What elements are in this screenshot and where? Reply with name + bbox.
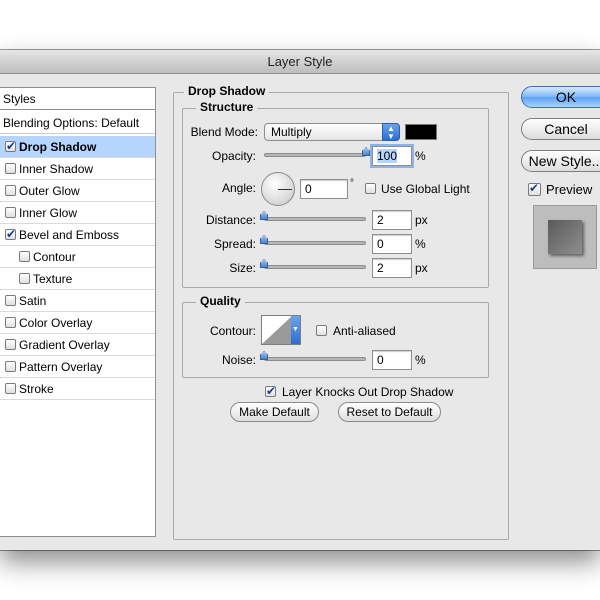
contour-picker[interactable]: ▼	[261, 315, 301, 345]
opacity-field[interactable]: 100	[372, 146, 412, 166]
opacity-unit: %	[415, 149, 426, 163]
style-item-label: Drop Shadow	[19, 140, 97, 154]
size-label: Size:	[229, 261, 256, 275]
style-checkbox-bevel-and-emboss[interactable]	[5, 226, 16, 242]
style-checkbox-inner-shadow[interactable]	[5, 163, 16, 174]
blend-mode-select[interactable]: Multiply ▲ ▼	[264, 123, 400, 141]
style-checkbox-contour[interactable]	[19, 251, 30, 262]
distance-unit: px	[415, 213, 428, 227]
knockout-label: Layer Knocks Out Drop Shadow	[282, 385, 454, 399]
angle-dial[interactable]	[261, 172, 295, 206]
blend-mode-value: Multiply	[271, 125, 312, 139]
style-item-label: Bevel and Emboss	[19, 228, 120, 242]
noise-label: Noise:	[221, 353, 256, 367]
structure-legend: Structure	[196, 100, 258, 114]
style-item-inner-glow[interactable]: Inner Glow	[0, 202, 155, 224]
preview-swatch	[548, 220, 582, 254]
ok-button[interactable]: OK	[521, 86, 600, 108]
distance-slider[interactable]	[264, 217, 366, 221]
style-item-label: Pattern Overlay	[19, 360, 103, 374]
anti-aliased-checkbox[interactable]	[316, 325, 327, 336]
noise-unit: %	[415, 353, 426, 367]
style-item-satin[interactable]: Satin	[0, 290, 155, 312]
layer-style-dialog: Layer Style Styles Blending Options: Def…	[0, 50, 600, 550]
styles-list: Styles Blending Options: Default Drop Sh…	[0, 87, 156, 537]
make-default-button[interactable]: Make Default	[230, 402, 319, 422]
style-checkbox-gradient-overlay[interactable]	[5, 339, 16, 350]
distance-field[interactable]: 2	[372, 210, 412, 230]
style-item-label: Texture	[33, 272, 73, 286]
style-checkbox-pattern-overlay[interactable]	[5, 361, 16, 372]
blend-mode-label: Blend Mode:	[190, 125, 258, 139]
style-checkbox-color-overlay[interactable]	[5, 317, 16, 328]
preview-checkbox[interactable]	[528, 180, 541, 196]
style-preview-thumbnail	[533, 205, 597, 269]
chevron-down-icon: ▼	[291, 316, 300, 344]
styles-header[interactable]: Styles	[0, 88, 155, 110]
style-item-label: Inner Glow	[19, 206, 78, 220]
contour-curve-icon	[262, 316, 292, 344]
style-checkbox-stroke[interactable]	[5, 383, 16, 394]
style-item-stroke[interactable]: Stroke	[0, 378, 155, 400]
noise-slider[interactable]	[264, 357, 366, 361]
style-item-label: Color Overlay	[19, 316, 93, 330]
style-item-label: Gradient Overlay	[19, 338, 110, 352]
style-item-drop-shadow[interactable]: Drop Shadow	[0, 136, 155, 158]
spread-field[interactable]: 0	[372, 234, 412, 254]
style-item-label: Satin	[19, 294, 47, 308]
use-global-light-label: Use Global Light	[381, 182, 470, 196]
style-checkbox-outer-glow[interactable]	[5, 185, 16, 196]
quality-legend: Quality	[196, 294, 245, 308]
style-checkbox-texture[interactable]	[19, 273, 30, 284]
spread-slider[interactable]	[264, 241, 366, 245]
new-style-button[interactable]: New Style...	[521, 150, 600, 172]
window-title: Layer Style	[0, 50, 600, 74]
use-global-light-checkbox[interactable]	[365, 183, 376, 194]
style-item-label: Contour	[33, 250, 76, 264]
blending-options-item[interactable]: Blending Options: Default	[0, 112, 155, 134]
style-checkbox-inner-glow[interactable]	[5, 207, 16, 218]
style-item-contour[interactable]: Contour	[0, 246, 155, 268]
angle-field[interactable]: 0	[300, 179, 348, 199]
style-item-color-overlay[interactable]: Color Overlay	[0, 312, 155, 334]
size-field[interactable]: 2	[372, 258, 412, 278]
panel-title: Drop Shadow	[184, 84, 270, 98]
shadow-color-swatch[interactable]	[405, 124, 437, 140]
cancel-button[interactable]: Cancel	[521, 118, 600, 140]
size-slider[interactable]	[264, 265, 366, 269]
size-unit: px	[415, 261, 428, 275]
style-item-bevel-and-emboss[interactable]: Bevel and Emboss	[0, 224, 155, 246]
opacity-label: Opacity:	[211, 149, 256, 163]
knockout-checkbox[interactable]	[265, 383, 276, 399]
opacity-slider[interactable]	[264, 153, 366, 157]
style-item-outer-glow[interactable]: Outer Glow	[0, 180, 155, 202]
updown-arrows-icon: ▲ ▼	[382, 123, 400, 141]
style-item-inner-shadow[interactable]: Inner Shadow	[0, 158, 155, 180]
noise-field[interactable]: 0	[372, 350, 412, 370]
spread-unit: %	[415, 237, 426, 251]
style-item-label: Inner Shadow	[19, 162, 94, 176]
preview-label: Preview	[546, 182, 593, 197]
spread-label: Spread:	[213, 237, 256, 251]
distance-label: Distance:	[205, 213, 256, 227]
style-item-pattern-overlay[interactable]: Pattern Overlay	[0, 356, 155, 378]
contour-label: Contour:	[209, 324, 256, 338]
reset-to-default-button[interactable]: Reset to Default	[338, 402, 441, 422]
style-checkbox-drop-shadow[interactable]	[5, 138, 16, 154]
degree-unit: °	[350, 178, 354, 189]
angle-label: Angle:	[221, 181, 256, 195]
style-checkbox-satin[interactable]	[5, 295, 16, 306]
anti-aliased-label: Anti-aliased	[333, 324, 396, 338]
style-item-label: Outer Glow	[19, 184, 80, 198]
style-item-texture[interactable]: Texture	[0, 268, 155, 290]
style-item-label: Stroke	[19, 382, 54, 396]
style-item-gradient-overlay[interactable]: Gradient Overlay	[0, 334, 155, 356]
